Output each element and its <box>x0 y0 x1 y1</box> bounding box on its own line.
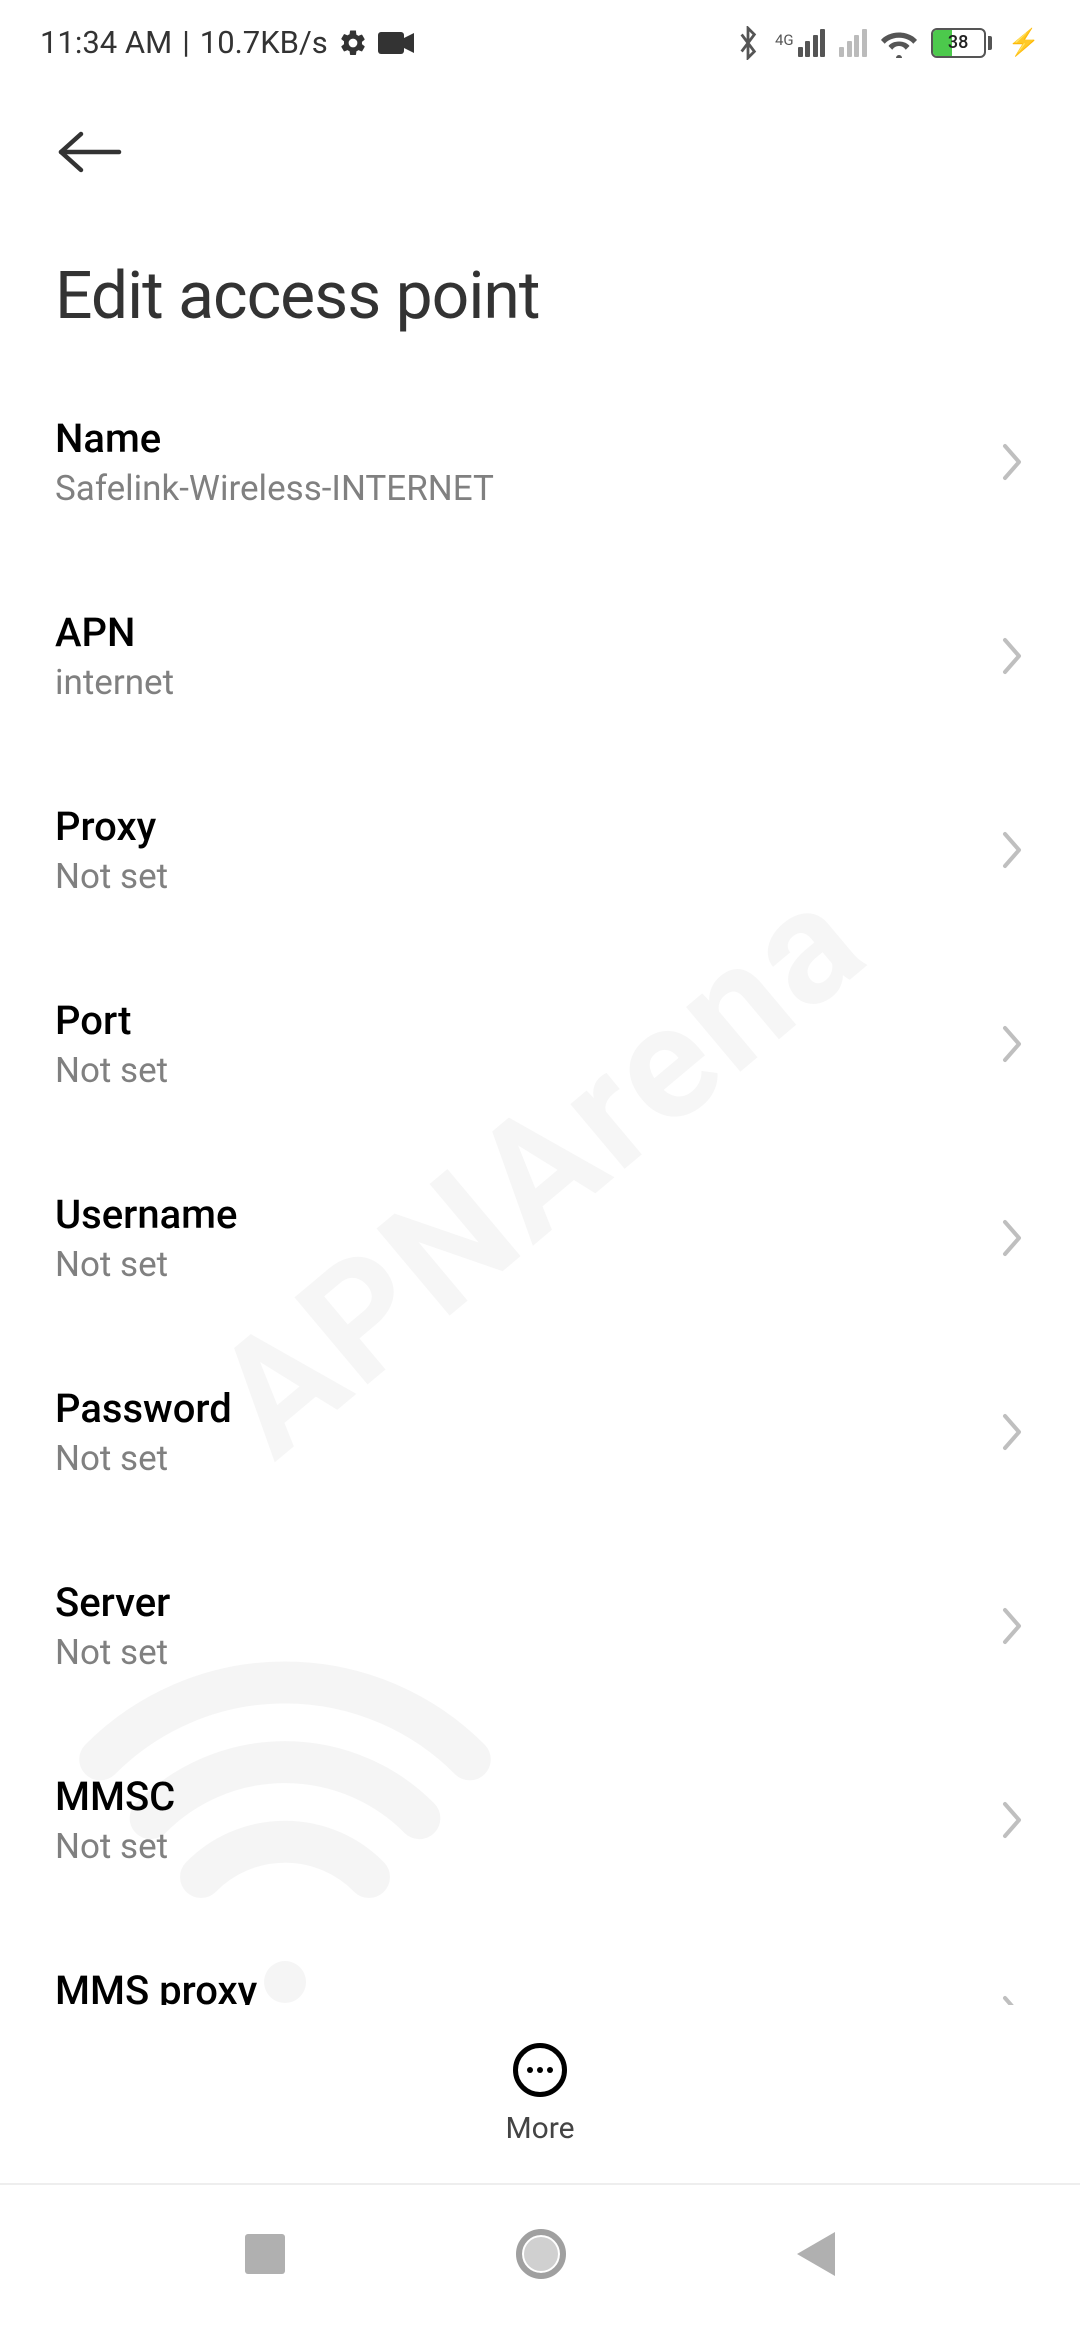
chevron-right-icon <box>999 828 1025 872</box>
battery-indicator: 38 <box>931 28 992 58</box>
setting-name[interactable]: Name Safelink-Wireless-INTERNET <box>55 365 1025 559</box>
status-time: 11:34 AM <box>40 24 172 61</box>
setting-apn[interactable]: APN internet <box>55 559 1025 753</box>
navigation-bar <box>0 2185 1080 2340</box>
network-type-label: 4G <box>775 31 794 49</box>
back-button[interactable] <box>55 130 125 174</box>
setting-label: Username <box>55 1191 237 1238</box>
signal-2 <box>839 29 867 57</box>
nav-recents-button[interactable] <box>245 2234 285 2274</box>
setting-username[interactable]: Username Not set <box>55 1141 1025 1335</box>
setting-password[interactable]: Password Not set <box>55 1335 1025 1529</box>
more-label: More <box>505 2111 574 2146</box>
setting-mmsc[interactable]: MMSC Not set <box>55 1723 1025 1917</box>
chevron-right-icon <box>999 440 1025 484</box>
status-left: 11:34 AM | 10.7KB/s <box>40 24 414 61</box>
status-right: 4G 38 ⚡ <box>735 26 1040 60</box>
setting-value: Not set <box>55 1826 175 1867</box>
charging-icon: ⚡ <box>1008 28 1040 58</box>
setting-label: Password <box>55 1385 232 1432</box>
chevron-right-icon <box>999 1022 1025 1066</box>
setting-value: internet <box>55 662 174 703</box>
status-separator: | <box>182 24 190 61</box>
setting-port[interactable]: Port Not set <box>55 947 1025 1141</box>
setting-label: Proxy <box>55 803 168 850</box>
more-icon <box>513 2043 567 2097</box>
nav-back-button[interactable] <box>797 2232 835 2276</box>
setting-proxy[interactable]: Proxy Not set <box>55 753 1025 947</box>
signal-1: 4G <box>775 29 825 57</box>
nav-home-button[interactable] <box>516 2229 566 2279</box>
chevron-right-icon <box>999 1798 1025 1842</box>
bluetooth-icon <box>735 26 761 60</box>
battery-percent: 38 <box>933 30 984 56</box>
chevron-right-icon <box>999 1604 1025 1648</box>
setting-server[interactable]: Server Not set <box>55 1529 1025 1723</box>
setting-label: APN <box>55 609 174 656</box>
setting-value: Not set <box>55 856 168 897</box>
setting-label: Name <box>55 415 494 462</box>
action-bar: More <box>0 2005 1080 2185</box>
more-button[interactable]: More <box>505 2043 574 2146</box>
chevron-right-icon <box>999 1216 1025 1260</box>
setting-value: Not set <box>55 1050 168 1091</box>
status-bar: 11:34 AM | 10.7KB/s 4G <box>0 0 1080 85</box>
settings-list: Name Safelink-Wireless-INTERNET APN inte… <box>0 365 1080 2111</box>
setting-value: Safelink-Wireless-INTERNET <box>55 468 494 509</box>
setting-value: Not set <box>55 1244 237 1285</box>
setting-value: Not set <box>55 1632 170 1673</box>
camera-icon <box>378 30 414 56</box>
chevron-right-icon <box>999 1410 1025 1454</box>
setting-label: MMSC <box>55 1773 175 1820</box>
gear-icon <box>338 28 368 58</box>
page-title: Edit access point <box>0 178 1080 365</box>
setting-label: Server <box>55 1579 170 1626</box>
setting-label: Port <box>55 997 168 1044</box>
wifi-icon <box>881 28 917 58</box>
status-speed: 10.7KB/s <box>200 24 328 61</box>
setting-value: Not set <box>55 1438 232 1479</box>
chevron-right-icon <box>999 634 1025 678</box>
